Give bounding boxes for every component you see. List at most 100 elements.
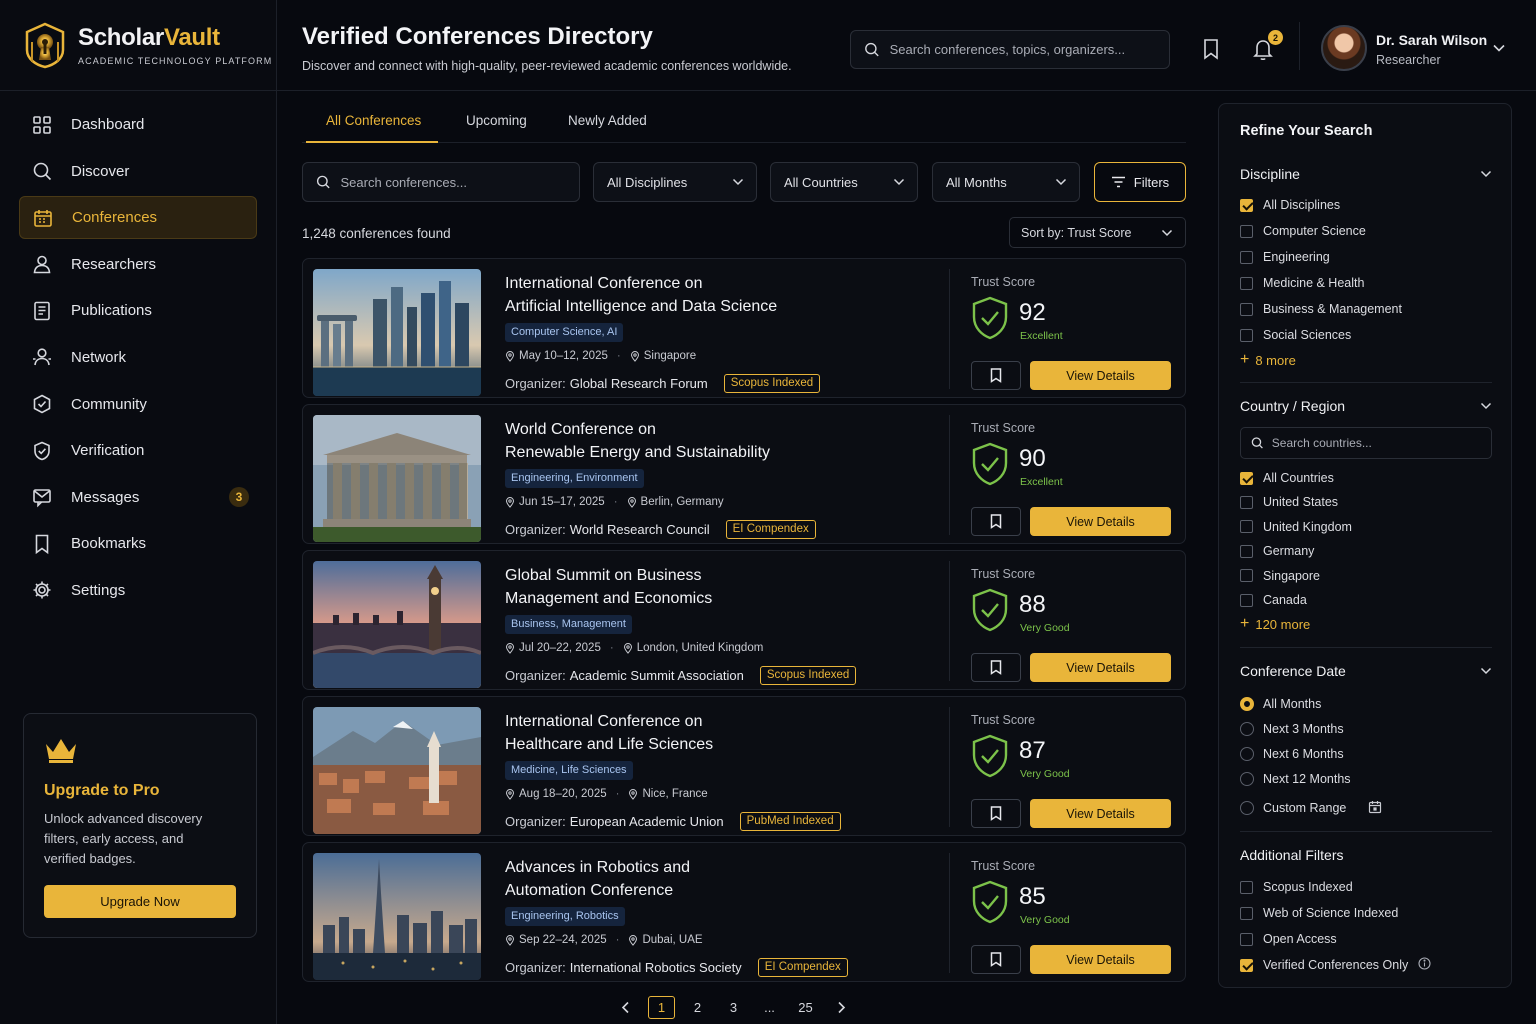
checkbox[interactable]: [1240, 906, 1253, 920]
checkbox[interactable]: [1240, 958, 1253, 972]
checkbox[interactable]: [1240, 569, 1253, 583]
checkbox[interactable]: [1240, 250, 1253, 264]
chevron-left-icon[interactable]: [612, 996, 639, 1019]
date-option[interactable]: Next 12 Months: [1240, 772, 1351, 786]
discipline-select[interactable]: All Disciplines: [593, 162, 757, 202]
sidebar-item-community[interactable]: Community: [19, 383, 257, 426]
checkbox[interactable]: [1240, 932, 1253, 946]
sidebar-item-messages[interactable]: Messages 3: [19, 476, 257, 519]
conference-card[interactable]: World Conference on Renewable Energy and…: [302, 404, 1186, 544]
chevron-right-icon[interactable]: [828, 996, 855, 1019]
bookmark-button[interactable]: [971, 945, 1021, 974]
conference-thumbnail[interactable]: [313, 561, 481, 688]
view-details-button[interactable]: View Details: [1030, 361, 1171, 390]
global-search[interactable]: [850, 30, 1170, 69]
sidebar-item-discover[interactable]: Discover: [19, 150, 257, 193]
additional-option[interactable]: Web of Science Indexed: [1240, 906, 1398, 920]
discipline-more-link[interactable]: +8 more: [1240, 351, 1296, 369]
country-search[interactable]: [1240, 427, 1492, 459]
country-option[interactable]: Germany: [1240, 544, 1314, 558]
chevron-down-icon[interactable]: [1492, 43, 1506, 53]
bookmark-icon[interactable]: [1201, 38, 1221, 60]
radio-button[interactable]: [1240, 801, 1254, 815]
avatar[interactable]: [1321, 25, 1367, 71]
sidebar-item-verification[interactable]: Verification: [19, 429, 257, 472]
discipline-section-header[interactable]: Discipline: [1240, 166, 1492, 182]
discipline-option[interactable]: Computer Science: [1240, 224, 1366, 238]
radio-button[interactable]: [1240, 697, 1254, 711]
bookmark-button[interactable]: [971, 653, 1021, 682]
view-details-button[interactable]: View Details: [1030, 799, 1171, 828]
view-details-button[interactable]: View Details: [1030, 653, 1171, 682]
conference-thumbnail[interactable]: [313, 269, 481, 396]
date-option[interactable]: All Months: [1240, 697, 1321, 711]
date-option[interactable]: Next 3 Months: [1240, 722, 1344, 736]
bookmark-button[interactable]: [971, 507, 1021, 536]
checkbox[interactable]: [1240, 520, 1253, 534]
checkbox[interactable]: [1240, 471, 1253, 485]
conference-search-input[interactable]: [340, 174, 579, 190]
checkbox[interactable]: [1240, 276, 1253, 290]
country-option[interactable]: United States: [1240, 495, 1338, 509]
radio-button[interactable]: [1240, 722, 1254, 736]
conference-card[interactable]: Global Summit on Business Management and…: [302, 550, 1186, 690]
sidebar-item-bookmarks[interactable]: Bookmarks: [19, 522, 257, 565]
filters-button[interactable]: Filters: [1094, 162, 1186, 202]
country-option[interactable]: Singapore: [1240, 569, 1320, 583]
page-button-3[interactable]: 3: [720, 996, 747, 1019]
conference-title[interactable]: Advances in Robotics and Automation Conf…: [505, 856, 885, 902]
calendar-icon[interactable]: [1368, 800, 1382, 814]
country-option[interactable]: All Countries: [1240, 471, 1334, 485]
month-select[interactable]: All Months: [932, 162, 1080, 202]
page-button-1[interactable]: 1: [648, 995, 675, 1019]
discipline-option[interactable]: Business & Management: [1240, 302, 1402, 316]
checkbox[interactable]: [1240, 495, 1253, 509]
sidebar-item-researchers[interactable]: Researchers: [19, 243, 257, 286]
bookmark-button[interactable]: [971, 799, 1021, 828]
date-section-header[interactable]: Conference Date: [1240, 663, 1492, 679]
country-option[interactable]: United Kingdom: [1240, 520, 1352, 534]
sort-select[interactable]: Sort by: Trust Score: [1009, 217, 1186, 248]
conference-card[interactable]: Advances in Robotics and Automation Conf…: [302, 842, 1186, 982]
tab-upcoming[interactable]: Upcoming: [466, 113, 527, 128]
checkbox[interactable]: [1240, 544, 1253, 558]
date-option[interactable]: Custom Range: [1240, 801, 1346, 815]
discipline-option[interactable]: All Disciplines: [1240, 198, 1340, 212]
view-details-button[interactable]: View Details: [1030, 507, 1171, 536]
checkbox[interactable]: [1240, 880, 1253, 894]
brand[interactable]: ScholarVault ACADEMIC TECHNOLOGY PLATFOR…: [0, 0, 276, 91]
checkbox[interactable]: [1240, 224, 1253, 238]
discipline-option[interactable]: Social Sciences: [1240, 328, 1351, 342]
conference-thumbnail[interactable]: [313, 415, 481, 542]
conference-thumbnail[interactable]: [313, 853, 481, 980]
conference-search[interactable]: [302, 162, 580, 202]
bookmark-button[interactable]: [971, 361, 1021, 390]
radio-button[interactable]: [1240, 747, 1254, 761]
conference-card[interactable]: International Conference on Healthcare a…: [302, 696, 1186, 836]
info-icon[interactable]: [1418, 957, 1431, 970]
global-search-input[interactable]: [889, 42, 1169, 57]
page-button-25[interactable]: 25: [792, 996, 819, 1019]
conference-title[interactable]: International Conference on Healthcare a…: [505, 710, 885, 756]
country-search-input[interactable]: [1271, 436, 1491, 450]
country-more-link[interactable]: +120 more: [1240, 615, 1310, 633]
conference-title[interactable]: International Conference on Artificial I…: [505, 272, 885, 318]
conference-title[interactable]: World Conference on Renewable Energy and…: [505, 418, 885, 464]
additional-option[interactable]: Scopus Indexed: [1240, 880, 1353, 894]
sidebar-item-dashboard[interactable]: Dashboard: [19, 103, 257, 146]
sidebar-item-settings[interactable]: Settings: [19, 569, 257, 612]
checkbox[interactable]: [1240, 198, 1253, 212]
page-button-2[interactable]: 2: [684, 996, 711, 1019]
country-section-header[interactable]: Country / Region: [1240, 398, 1492, 414]
discipline-option[interactable]: Medicine & Health: [1240, 276, 1364, 290]
country-option[interactable]: Canada: [1240, 593, 1307, 607]
date-option[interactable]: Next 6 Months: [1240, 747, 1344, 761]
upgrade-now-button[interactable]: Upgrade Now: [44, 885, 236, 918]
conference-title[interactable]: Global Summit on Business Management and…: [505, 564, 885, 610]
tab-newly-added[interactable]: Newly Added: [568, 113, 647, 128]
conference-thumbnail[interactable]: [313, 707, 481, 834]
sidebar-item-conferences[interactable]: Conferences: [19, 196, 257, 240]
sidebar-item-publications[interactable]: Publications: [19, 289, 257, 332]
additional-option[interactable]: Verified Conferences Only: [1240, 958, 1408, 972]
radio-button[interactable]: [1240, 772, 1254, 786]
